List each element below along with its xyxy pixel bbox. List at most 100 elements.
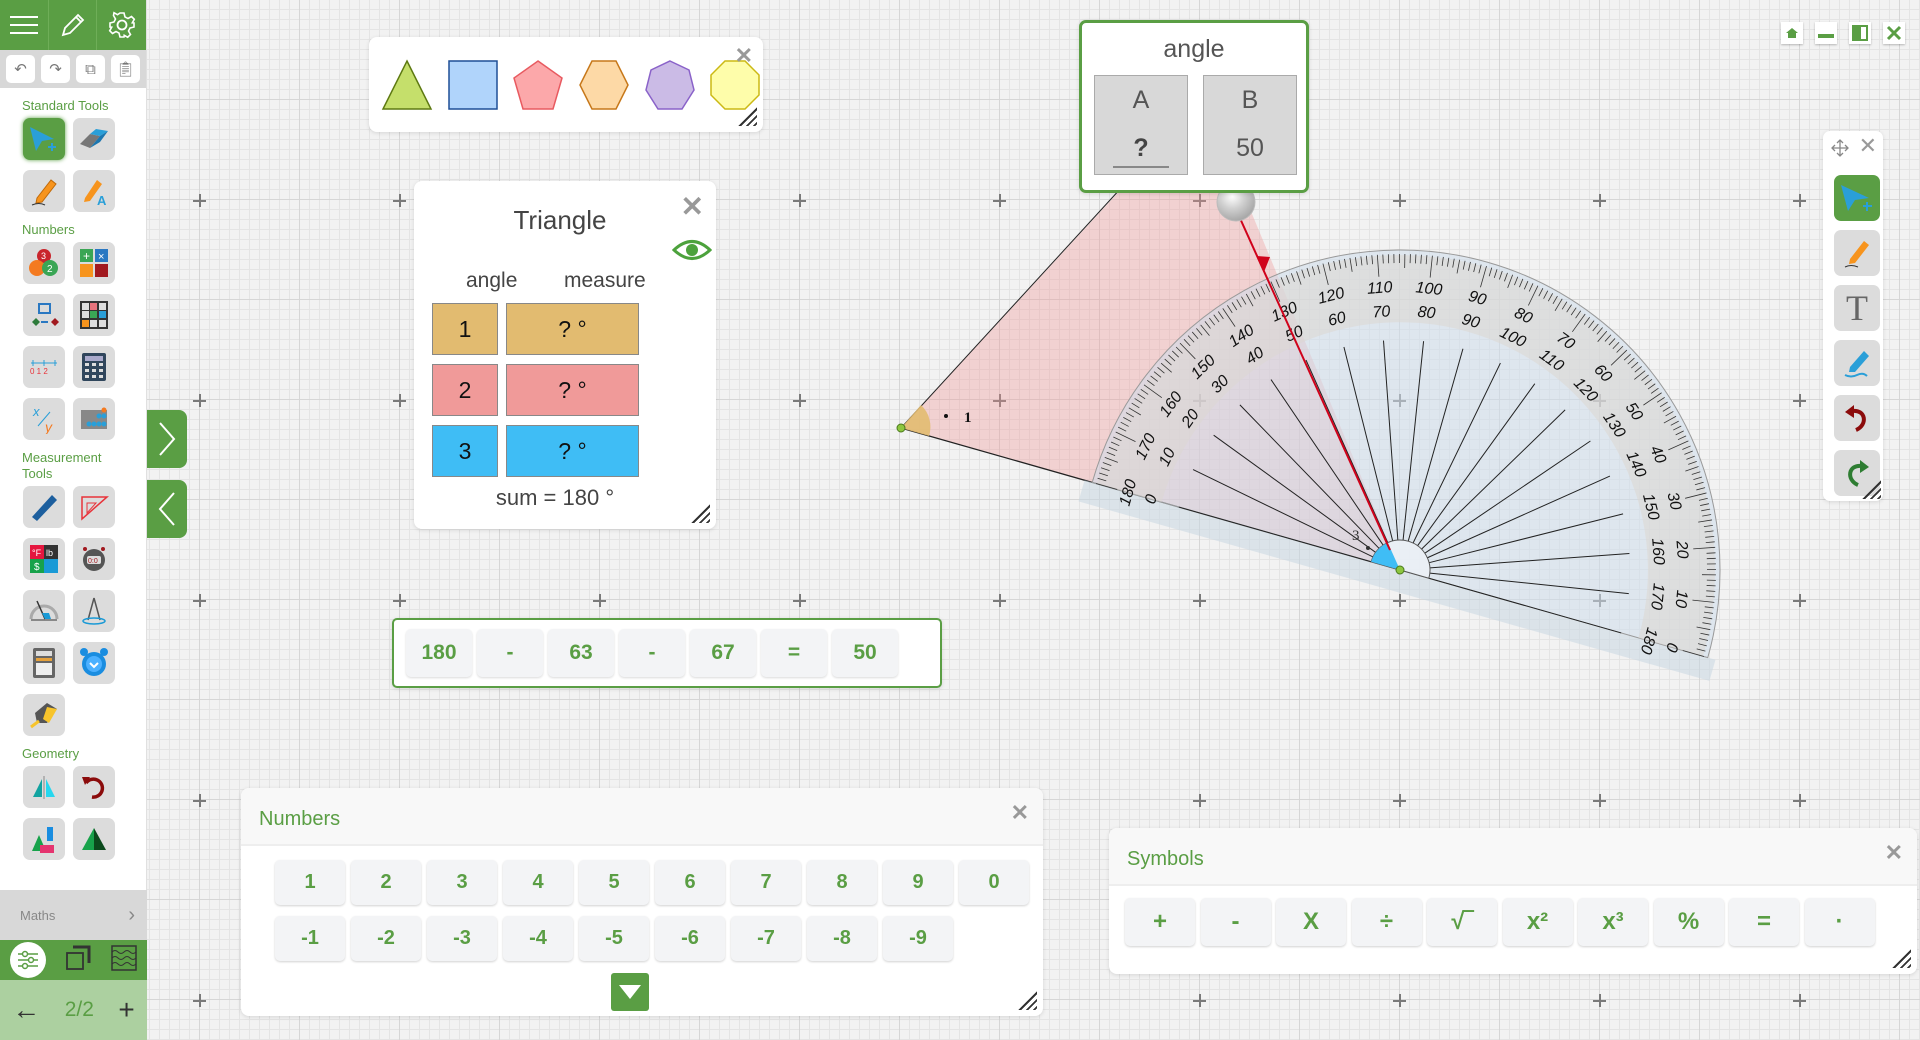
category-selector[interactable]: Maths ›	[0, 890, 147, 940]
number-key[interactable]: -3	[427, 916, 497, 961]
pen-tool[interactable]	[1834, 230, 1880, 276]
compass-tool[interactable]	[73, 590, 115, 632]
text-pen-tool[interactable]: A	[73, 170, 115, 212]
number-key[interactable]: 8	[807, 860, 877, 905]
copy-button[interactable]: ⧉	[76, 55, 105, 83]
paste-button[interactable]: 📋︎	[111, 55, 140, 83]
symbol-key[interactable]: +	[1125, 898, 1195, 946]
duplicate-page-button[interactable]	[65, 945, 91, 976]
calculator-tool[interactable]	[73, 346, 115, 388]
split-view-button[interactable]	[1849, 22, 1871, 44]
angle-measure-input[interactable]: ? °	[506, 425, 639, 477]
symbol-key[interactable]: X	[1276, 898, 1346, 946]
fractions-tool[interactable]: xy	[23, 398, 65, 440]
tape-measure-tool[interactable]	[23, 694, 65, 736]
resize-handle[interactable]	[1015, 988, 1037, 1010]
home-button[interactable]	[1781, 22, 1803, 44]
symbol-key[interactable]: ÷	[1351, 898, 1422, 946]
previous-page-button[interactable]: ←	[12, 994, 40, 1026]
expand-panel-button[interactable]	[147, 410, 187, 468]
number-key[interactable]: 4	[503, 860, 573, 905]
settings-sliders-button[interactable]	[9, 942, 46, 978]
settings-button[interactable]	[97, 0, 146, 50]
number-key[interactable]: -9	[883, 916, 953, 961]
undo-tool[interactable]	[1834, 395, 1880, 441]
abacus-tool[interactable]	[73, 398, 115, 440]
number-key[interactable]: 3	[427, 860, 497, 905]
number-key[interactable]: -6	[655, 916, 725, 961]
close-icon[interactable]: ✕	[1011, 802, 1029, 824]
equation-token[interactable]: 67	[690, 629, 756, 677]
eye-icon[interactable]	[672, 237, 712, 263]
angle-a-box[interactable]: A ?	[1094, 75, 1188, 175]
operations-tool[interactable]: + ×	[73, 242, 115, 284]
text-tool[interactable]: T	[1834, 285, 1880, 331]
select-tool[interactable]	[1834, 175, 1880, 221]
symbol-key[interactable]: %	[1653, 898, 1724, 946]
pentagon-shape-button[interactable]	[510, 57, 566, 113]
set-square-tool[interactable]	[73, 486, 115, 528]
select-tool[interactable]	[23, 118, 65, 160]
equation-token[interactable]: 63	[548, 629, 614, 677]
triangle-shape[interactable]: 1	[896, 185, 1401, 571]
eraser-tool[interactable]	[73, 118, 115, 160]
highlighter-tool[interactable]	[1834, 340, 1880, 386]
symbol-key[interactable]: x³	[1578, 898, 1648, 946]
move-icon[interactable]	[1831, 139, 1849, 157]
minimize-button[interactable]	[1815, 22, 1837, 44]
number-key[interactable]: 5	[579, 860, 649, 905]
number-key[interactable]: 9	[883, 860, 953, 905]
equation-token[interactable]: 180	[406, 629, 472, 677]
number-key[interactable]: 7	[731, 860, 801, 905]
expand-keypad-button[interactable]	[611, 973, 649, 1011]
angle-b-box[interactable]: B 50	[1203, 75, 1297, 175]
close-icon[interactable]: ✕	[681, 193, 704, 221]
symbol-key[interactable]: -	[1200, 898, 1271, 946]
add-page-button[interactable]: +	[118, 994, 134, 1026]
angle-measure-input[interactable]: ? °	[506, 364, 639, 416]
number-key[interactable]: -4	[503, 916, 573, 961]
close-window-button[interactable]	[1883, 22, 1905, 44]
stopwatch-tool[interactable]: 0:0	[73, 538, 115, 580]
unit-converter-tool[interactable]: °F lb $	[23, 538, 65, 580]
symbol-key[interactable]: =	[1729, 898, 1799, 946]
equation-token[interactable]: -	[477, 629, 543, 677]
calculator-tool-2[interactable]	[23, 642, 65, 684]
resize-handle[interactable]	[1889, 946, 1911, 968]
number-bonds-tool[interactable]: 32	[23, 242, 65, 284]
protractor[interactable]: 0102030405060708090100110120130140150160…	[1078, 250, 1721, 681]
shapes-3d-tool[interactable]	[23, 818, 65, 860]
number-key[interactable]: 0	[959, 860, 1029, 905]
pencil-button[interactable]	[49, 0, 98, 50]
number-key[interactable]: -7	[731, 916, 801, 961]
rotation-tool[interactable]	[73, 766, 115, 808]
alarm-clock-tool[interactable]	[73, 642, 115, 684]
background-button[interactable]	[111, 944, 137, 976]
angle-measure-input[interactable]: ? °	[506, 303, 639, 355]
number-key[interactable]: -8	[807, 916, 877, 961]
protractor-tool[interactable]	[23, 590, 65, 632]
undo-button[interactable]: ↶	[6, 55, 35, 83]
number-key[interactable]: 6	[655, 860, 725, 905]
pyramid-tool[interactable]	[73, 818, 115, 860]
number-key[interactable]: -5	[579, 916, 649, 961]
redo-button[interactable]: ↷	[41, 55, 70, 83]
number-key[interactable]: 1	[275, 860, 345, 905]
symbol-key[interactable]: x²	[1502, 898, 1573, 946]
triangle-shape-button[interactable]	[379, 57, 435, 113]
number-line-tool[interactable]: 0 1 2	[23, 346, 65, 388]
close-icon[interactable]: ✕	[735, 45, 753, 67]
menu-button[interactable]	[0, 0, 49, 50]
equation-token[interactable]: -	[619, 629, 685, 677]
close-icon[interactable]: ✕	[1885, 842, 1903, 864]
number-key[interactable]: 2	[351, 860, 421, 905]
hexagon-shape-button[interactable]	[576, 57, 632, 113]
square-shape-button[interactable]	[445, 57, 501, 113]
number-key[interactable]: -1	[275, 916, 345, 961]
heptagon-shape-button[interactable]	[642, 57, 698, 113]
collapse-panel-button[interactable]	[147, 480, 187, 538]
number-key[interactable]: -2	[351, 916, 421, 961]
symbol-key[interactable]: √‾	[1427, 898, 1497, 946]
reflection-tool[interactable]	[23, 766, 65, 808]
close-icon[interactable]: ✕	[1859, 135, 1877, 157]
